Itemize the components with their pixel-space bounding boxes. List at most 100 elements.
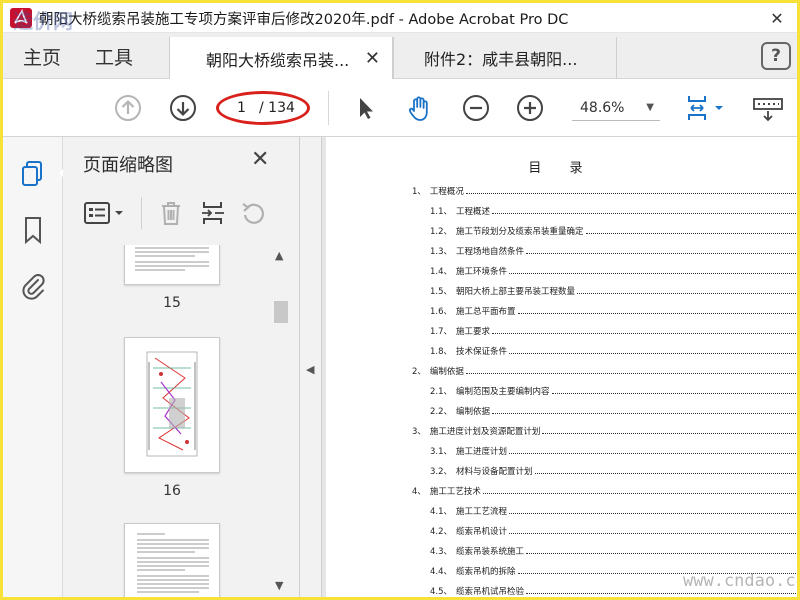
toc-entry-number: 3、 (412, 427, 426, 437)
rotate-icon[interactable] (239, 199, 267, 227)
toc-leader-dots (551, 387, 797, 394)
toc-entry-text: 施工总平面布置 (456, 307, 516, 317)
zoom-in-icon[interactable] (515, 93, 545, 123)
panel-collapse-handle[interactable]: ◀ (300, 137, 322, 597)
page-preview (137, 533, 209, 593)
bookmark-icon[interactable] (19, 215, 47, 245)
page-thumbnail-number: 15 (163, 295, 181, 311)
toc-entry[interactable]: 2、 编制依据 (412, 365, 797, 377)
toc-entry[interactable]: 3.2、 材料与设备配置计划 (430, 465, 797, 477)
zoom-level-value: 48.6% (580, 100, 625, 116)
toc-entry[interactable]: 1.3、 工程场地自然条件 (430, 245, 797, 257)
tab-bar: 主页 工具 朝阳大桥缆索吊装... ✕ 附件2：咸丰县朝阳... ? (3, 33, 797, 80)
toc-entry[interactable]: 1.6、 施工总平面布置 (430, 305, 797, 317)
toc-entry[interactable]: 1.2、 施工节段划分及缆索吊装重量确定 (430, 225, 797, 237)
attachment-icon[interactable] (19, 271, 47, 301)
toc-entry-text: 施工工艺技术 (429, 487, 481, 497)
panel-title: 页面缩略图 (83, 155, 173, 176)
page-up-icon[interactable] (113, 93, 143, 123)
insert-page-icon[interactable] (199, 199, 227, 227)
scroll-up-icon[interactable]: ▲ (275, 249, 283, 262)
thumbnail-options-icon[interactable] (83, 199, 129, 227)
toc-title: 目 录 (528, 161, 595, 176)
page-preview-drawing (146, 351, 198, 457)
toc-entry[interactable]: 2.1、 编制范围及主要编制内容 (430, 385, 797, 397)
toc-entry[interactable]: 3.1、 施工进度计划 (430, 445, 797, 457)
page-down-icon[interactable] (168, 93, 198, 123)
page-thumbnails-icon[interactable] (19, 159, 47, 189)
delete-icon[interactable] (157, 199, 185, 227)
toc-leader-dots (585, 227, 797, 234)
toc-entry-text: 编制依据 (456, 407, 491, 417)
watermark-url: www.cndao.com (683, 571, 797, 591)
tab-home[interactable]: 主页 (23, 33, 61, 79)
toc-entry-text: 缆索吊机设计 (456, 527, 508, 537)
toc-entry-text: 缆索吊装系统施工 (456, 547, 525, 557)
toc-leader-dots (465, 367, 797, 374)
toc-entry[interactable]: 4.2、 缆索吊机设计 (430, 525, 797, 537)
toc-leader-dots (509, 347, 797, 354)
toc-entry[interactable]: 1、 工程概况 (412, 185, 797, 197)
panel-close-button[interactable]: ✕ (251, 147, 269, 172)
toc-leader-dots (526, 547, 797, 554)
select-pointer-icon[interactable] (351, 93, 381, 123)
toc-leader-dots (509, 267, 797, 274)
collapse-left-icon[interactable]: ◀ (306, 363, 314, 376)
title-bar: 朝阳大桥缆索吊装施工专项方案评审后修改2020年.pdf - Adobe Acr… (3, 3, 797, 33)
toc-entry[interactable]: 1.4、 施工环境条件 (430, 265, 797, 277)
tab-tools[interactable]: 工具 (95, 33, 133, 79)
toc-leader-dots (465, 187, 797, 194)
window-close-button[interactable]: ✕ (757, 3, 797, 33)
page-thumbnail[interactable] (124, 245, 220, 285)
toc-leader-dots (492, 407, 797, 414)
zoom-level-select[interactable]: 48.6% ▼ (572, 95, 660, 121)
toc-leader-dots (534, 467, 797, 474)
toc-entry[interactable]: 3、 施工进度计划及资源配置计划 (412, 425, 797, 437)
toc-entry-number: 4.3、 (430, 547, 453, 557)
page-thumbnail-number: 16 (163, 483, 181, 499)
toc-entry-text: 工程场地自然条件 (456, 247, 525, 257)
navigation-rail (3, 137, 67, 597)
page-thumbnail[interactable] (124, 337, 220, 473)
toc-entry[interactable]: 2.2、 编制依据 (430, 405, 797, 417)
toc-entry-number: 1.8、 (430, 347, 453, 357)
toc-entry[interactable]: 1.5、 朝阳大桥上部主要吊装工程数量 (430, 285, 797, 297)
page-display-icon[interactable] (683, 93, 729, 123)
toc-entry-text: 工程概况 (429, 187, 464, 197)
page-preview (135, 247, 209, 271)
scroll-down-icon[interactable]: ▼ (275, 579, 283, 592)
tab-close-button[interactable]: ✕ (365, 48, 380, 69)
annotation-oval (216, 91, 310, 125)
toc-entry[interactable]: 1.1、 工程概述 (430, 205, 797, 217)
toc-entry[interactable]: 4.3、 缆索吊装系统施工 (430, 545, 797, 557)
scrollbar-thumb[interactable] (274, 301, 288, 323)
toc-leader-dots (482, 487, 797, 494)
keyboard-icon[interactable] (751, 93, 785, 123)
help-button[interactable]: ? (761, 42, 791, 70)
toc-leader-dots (526, 247, 797, 254)
toc-entry-text: 材料与设备配置计划 (456, 467, 533, 477)
toc-entry[interactable]: 1.8、 技术保证条件 (430, 345, 797, 357)
thumbnail-panel: 页面缩略图 ✕ 15 16 ▲ ▼ (63, 137, 300, 597)
toc-leader-dots (509, 447, 797, 454)
thumbnail-scrollbar[interactable]: ▲ ▼ (271, 245, 291, 597)
toolbar-divider (328, 91, 329, 125)
toc-entry-number: 4、 (412, 487, 426, 497)
toc-entry-text: 施工要求 (456, 327, 491, 337)
toc-entry[interactable]: 1.7、 施工要求 (430, 325, 797, 337)
toc-entry-number: 1.4、 (430, 267, 453, 277)
page-thumbnail[interactable] (124, 523, 220, 597)
toc-entry[interactable]: 4、 施工工艺技术 (412, 485, 797, 497)
toc-entry[interactable]: 4.1、 施工工艺流程 (430, 505, 797, 517)
hand-tool-icon[interactable] (405, 93, 435, 123)
panel-toolbar-divider (141, 197, 142, 229)
toc-entry-number: 2.2、 (430, 407, 453, 417)
tab-document-2[interactable]: 附件2：咸丰县朝阳... (393, 37, 617, 79)
tab-document-active[interactable]: 朝阳大桥缆索吊装... ✕ (169, 37, 393, 80)
toc-entry-text: 编制范围及主要编制内容 (456, 387, 550, 397)
pdf-page: 目 录 1、 工程概况 1.1、 工程概述 1.2、 施工节段划分及缆索吊装重量确定 1.3… (326, 137, 797, 597)
tab-document-label: 朝阳大桥缆索吊装... (206, 50, 350, 70)
zoom-out-icon[interactable] (461, 93, 491, 123)
toc-entry-number: 4.1、 (430, 507, 453, 517)
toc-entry-number: 1.1、 (430, 207, 453, 217)
